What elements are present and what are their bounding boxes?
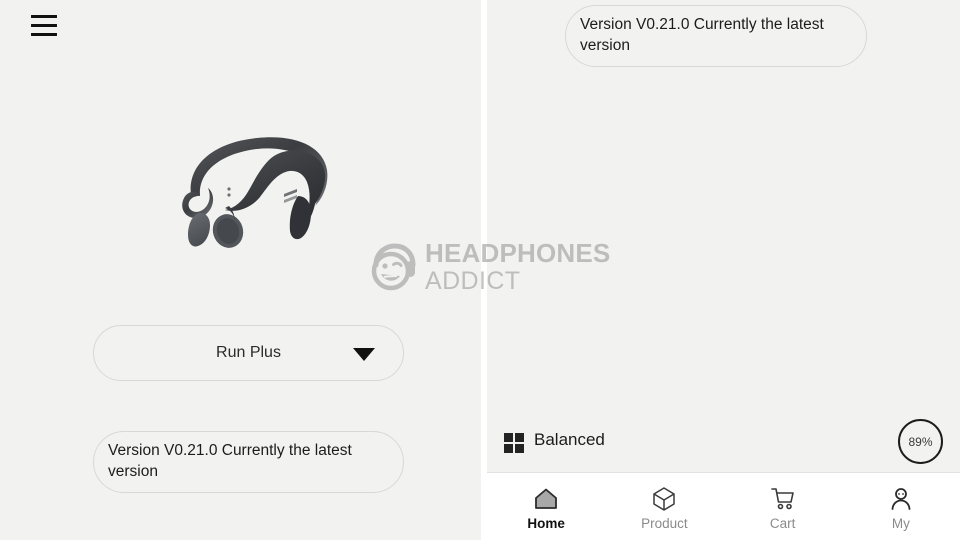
grid-cell	[515, 444, 524, 453]
nav-label-home: Home	[527, 516, 565, 531]
box-icon	[651, 486, 677, 512]
nav-item-home[interactable]: Home	[487, 473, 605, 540]
hamburger-bar	[31, 24, 57, 27]
version-notice-left[interactable]: Version V0.21.0 Currently the latest ver…	[93, 431, 404, 493]
battery-percent-label: 89%	[908, 434, 933, 449]
right-panel-home-screen: Version V0.21.0 Currently the latest ver…	[487, 0, 960, 540]
nav-item-product[interactable]: Product	[605, 473, 723, 540]
app-screenshot: Run Plus Version V0.21.0 Currently the l…	[0, 0, 960, 540]
eq-mode-label: Balanced	[534, 430, 605, 449]
cart-icon	[770, 486, 796, 512]
left-panel-home-screen: Run Plus Version V0.21.0 Currently the l…	[0, 0, 481, 540]
device-select-label: Run Plus	[216, 344, 281, 361]
bottom-navigation-bar: Home Product Cart My	[487, 472, 960, 540]
nav-label-cart: Cart	[769, 516, 796, 531]
nav-item-cart[interactable]: Cart	[724, 473, 842, 540]
product-hero-image	[165, 118, 355, 273]
home-icon	[533, 486, 559, 512]
version-notice-text: Version V0.21.0 Currently the latest ver…	[580, 16, 824, 54]
nav-label-my: My	[891, 516, 910, 531]
grid-cell	[515, 433, 524, 442]
chevron-down-icon[interactable]	[353, 348, 375, 361]
grid-cell	[504, 444, 513, 453]
version-notice-right[interactable]: Version V0.21.0 Currently the latest ver…	[565, 5, 867, 67]
hamburger-bar	[31, 15, 57, 18]
eq-mode-row[interactable]: Balanced 89%	[487, 412, 960, 472]
person-icon	[888, 486, 914, 512]
device-select-dropdown[interactable]: Run Plus	[93, 325, 404, 381]
nav-label-product: Product	[641, 516, 688, 531]
battery-status-badge: 89%	[898, 419, 943, 464]
grid-cell	[504, 433, 513, 442]
version-notice-text: Version V0.21.0 Currently the latest ver…	[108, 442, 352, 480]
nav-item-my[interactable]: My	[842, 473, 960, 540]
hamburger-menu-icon[interactable]	[31, 15, 57, 36]
grid-2x2-icon	[504, 433, 524, 453]
hamburger-bar	[31, 33, 57, 36]
